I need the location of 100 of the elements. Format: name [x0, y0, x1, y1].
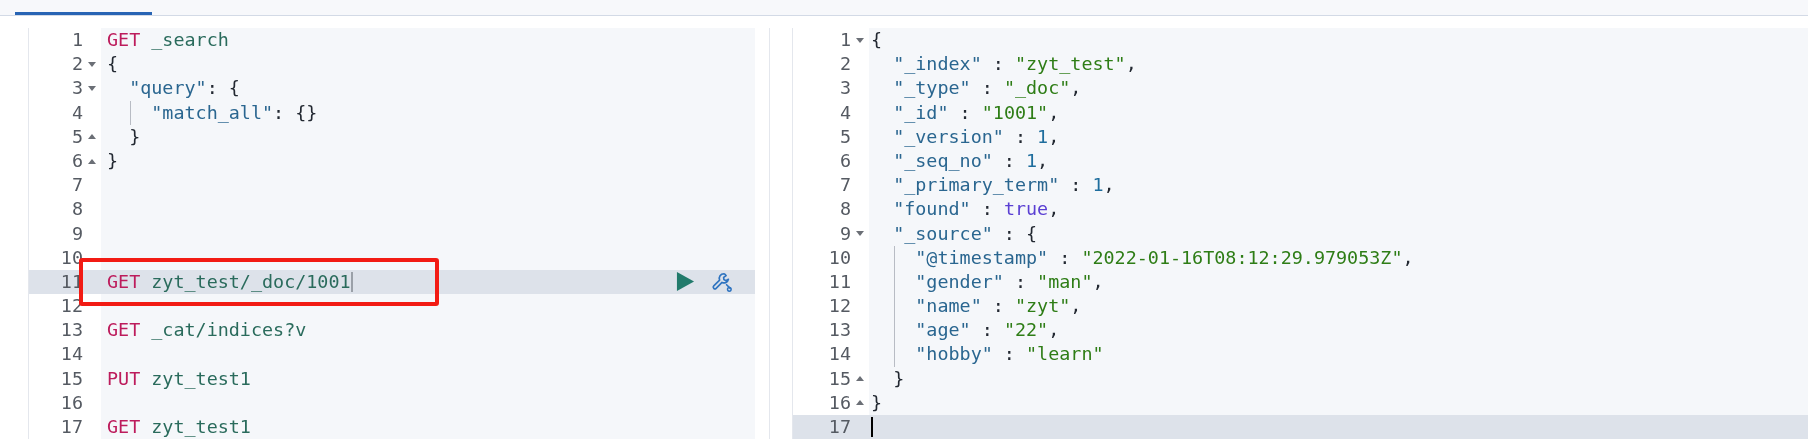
json-boolean: true [1003, 197, 1049, 222]
code-punctuation: : [1058, 245, 1072, 270]
http-method: PUT [107, 366, 141, 391]
code-punctuation: , [1402, 245, 1414, 270]
code-punctuation: , [1125, 52, 1137, 77]
code-punctuation: , [1103, 173, 1115, 198]
json-key: "query" [107, 76, 207, 101]
code-punctuation: : [980, 197, 994, 222]
line-number: 12 [828, 294, 851, 319]
line-number: 1 [839, 28, 851, 52]
http-method: GET [107, 318, 141, 343]
line-number: 15 [828, 366, 851, 391]
request-path: zyt_test/_doc/1001 [150, 269, 351, 294]
code-punctuation: } [128, 124, 141, 149]
json-key: "_source" [871, 221, 993, 246]
code-punctuation: , [1048, 124, 1060, 149]
json-key: "_id" [871, 100, 949, 125]
line-number: 9 [839, 221, 851, 246]
line-number: 1 [71, 28, 83, 52]
code-punctuation: : [991, 52, 1005, 77]
code-punctuation: } [107, 148, 119, 173]
json-key: "_index" [871, 52, 982, 77]
json-number: 1 [1026, 148, 1038, 173]
line-number: 7 [71, 173, 83, 198]
line-number: 14 [60, 342, 83, 367]
json-string: "man" [1037, 269, 1093, 294]
json-number: 1 [1092, 173, 1104, 198]
line-number: 16 [60, 390, 83, 415]
line-number: 16 [828, 390, 851, 415]
code-punctuation: : { [206, 76, 240, 101]
json-key: "_seq_no" [871, 148, 993, 174]
code-punctuation: : [1002, 342, 1016, 367]
line-number: 5 [839, 124, 851, 149]
json-key: "hobby" [871, 342, 993, 367]
json-string: "1001" [981, 100, 1049, 125]
line-number: 17 [828, 415, 851, 439]
code-punctuation: : { [1002, 221, 1038, 246]
http-method: GET [107, 269, 141, 294]
json-number: 1 [1037, 124, 1049, 149]
line-number: 4 [839, 100, 851, 125]
json-key: "age" [871, 318, 971, 343]
json-key: "found" [871, 197, 971, 222]
code-punctuation: , [1048, 100, 1060, 125]
request-path: zyt_test1 [150, 415, 251, 439]
code-punctuation: : [991, 294, 1005, 319]
request-path: zyt_test1 [150, 366, 251, 391]
line-number: 3 [71, 76, 83, 101]
line-number: 13 [828, 318, 851, 343]
line-number: 4 [71, 100, 83, 125]
code-punctuation: : [980, 318, 994, 343]
line-number: 5 [71, 124, 83, 149]
json-key: "name" [871, 294, 982, 319]
line-number: 11 [828, 269, 851, 294]
code-punctuation: : [1013, 269, 1028, 294]
line-number: 15 [60, 366, 83, 391]
code-punctuation: , [1070, 294, 1082, 319]
code-punctuation: , [1048, 197, 1060, 222]
line-number: 10 [828, 245, 851, 270]
line-number: 3 [839, 76, 851, 101]
request-path: _cat/indices?v [150, 318, 307, 343]
code-punctuation: : {} [273, 100, 318, 125]
json-string: "22" [1003, 318, 1049, 343]
code-punctuation: , [1048, 318, 1060, 343]
line-number: 13 [60, 318, 83, 343]
http-method: GET [107, 28, 141, 52]
json-key: "gender" [871, 269, 1004, 295]
http-method: GET [107, 415, 141, 439]
code-punctuation: : [1069, 173, 1083, 198]
line-number: 6 [71, 148, 83, 173]
json-key: "_primary_term" [871, 173, 1060, 198]
code-punctuation: : [1002, 148, 1016, 173]
line-number: 7 [839, 173, 851, 198]
line-number: 2 [839, 52, 851, 77]
code-punctuation: : [980, 76, 994, 101]
json-key: "match_all" [107, 100, 274, 125]
line-number: 2 [71, 52, 83, 77]
line-number: 8 [839, 197, 851, 222]
json-string: "_doc" [1003, 76, 1071, 101]
code-punctuation: , [1037, 148, 1049, 173]
code-punctuation: : [958, 100, 972, 125]
code-punctuation: , [1070, 76, 1082, 101]
json-key: "_version" [871, 124, 1004, 149]
json-string: "zyt" [1014, 294, 1071, 319]
line-number: 8 [71, 197, 83, 222]
line-number: 17 [60, 415, 83, 439]
line-number: 9 [71, 221, 83, 246]
code-punctuation: } [892, 366, 905, 391]
json-string: "zyt_test" [1014, 52, 1126, 77]
code-punctuation: , [1092, 269, 1104, 294]
json-key: "_type" [871, 76, 971, 101]
json-key: "@timestamp" [871, 245, 1049, 270]
code-punctuation: } [871, 390, 883, 415]
code-punctuation: : [1013, 124, 1028, 149]
json-string: "2022-01-16T08:12:29.979053Z" [1081, 245, 1403, 270]
json-string: "learn" [1026, 342, 1104, 367]
code-punctuation: { [871, 28, 883, 52]
request-path: _search [150, 28, 229, 52]
line-number: 6 [839, 148, 851, 173]
line-number: 14 [828, 342, 851, 367]
code-punctuation: { [107, 52, 119, 77]
